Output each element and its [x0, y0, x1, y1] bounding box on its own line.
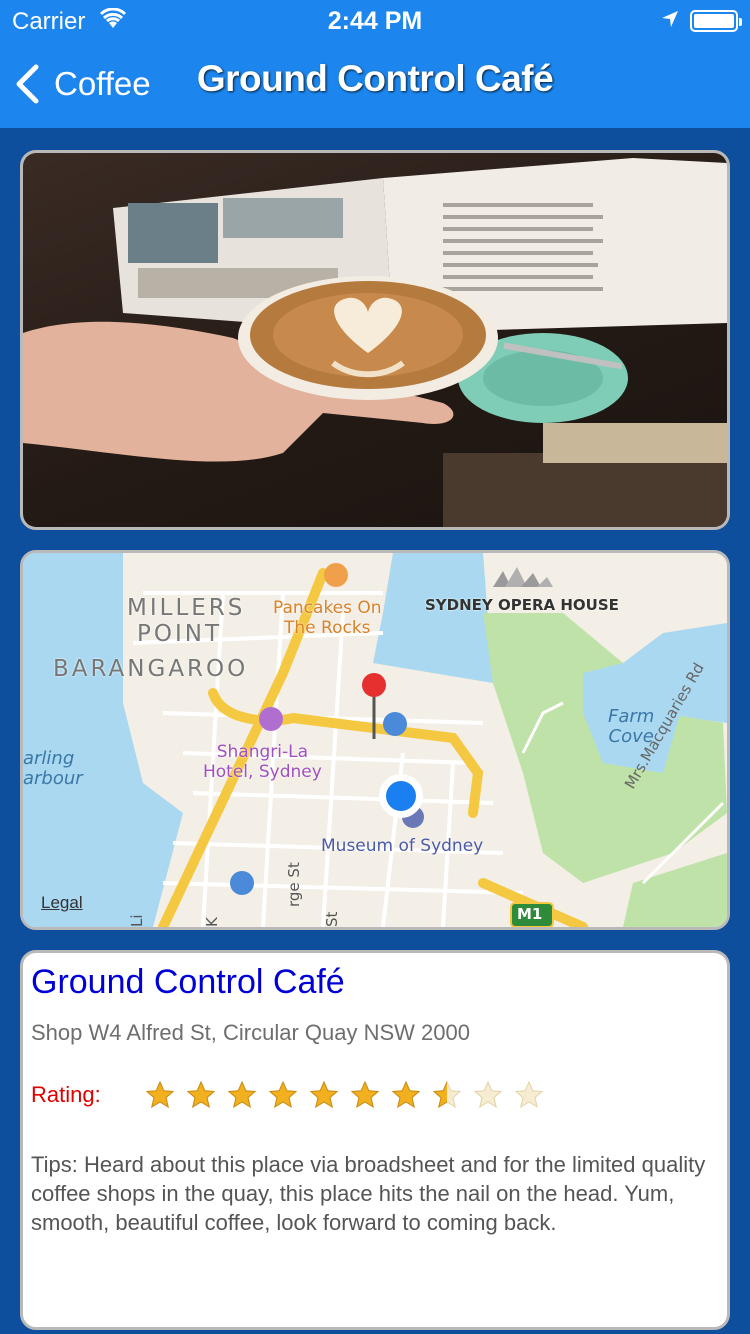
star-icon — [350, 1080, 380, 1109]
chevron-left-icon — [16, 64, 39, 104]
location-arrow-icon — [660, 8, 680, 36]
battery-icon — [690, 10, 742, 32]
star-icon — [145, 1080, 175, 1109]
map-label-m1: M1 — [517, 905, 543, 923]
star-icon — [514, 1080, 544, 1109]
map-label-li: Li — [128, 914, 146, 927]
cafe-tips: Tips: Heard about this place via broadsh… — [31, 1152, 706, 1235]
status-time: 2:44 PM — [327, 7, 423, 35]
location-map[interactable]: MILLERS POINT BARANGAROO Pancakes On The… — [20, 550, 730, 930]
map-label-st: St — [323, 911, 341, 927]
page-title: Ground Control Café — [196, 58, 554, 99]
cafe-address: Shop W4 Alfred St, Circular Quay NSW 200… — [31, 1020, 470, 1045]
rating-label: Rating: — [31, 1082, 101, 1107]
map-label-opera-house[interactable]: SYDNEY OPERA HOUSE — [425, 596, 619, 614]
photo-image — [23, 153, 727, 527]
map-label-pancakes[interactable]: Pancakes On The Rocks — [273, 598, 382, 638]
map-label-george-st: rge St — [285, 862, 303, 907]
back-button-label: Coffee — [54, 65, 151, 102]
map-label-barangaroo: BARANGAROO — [53, 656, 249, 682]
map-label-darling-harbour: arling arbour — [23, 748, 83, 789]
map-legal-link[interactable]: Legal — [41, 893, 83, 913]
map-label-shangri-la[interactable]: Shangri-La Hotel, Sydney — [203, 742, 322, 782]
star-icon — [186, 1080, 216, 1109]
star-rating — [145, 1080, 555, 1110]
back-button[interactable]: Coffee — [14, 56, 151, 112]
star-icon — [391, 1080, 421, 1109]
star-icon — [473, 1080, 503, 1109]
map-label-millers: MILLERS — [127, 595, 246, 621]
cafe-details: Ground Control Café Shop W4 Alfred St, C… — [20, 950, 730, 1330]
top-bar: Carrier 2:44 PM Coffee Ground Control Ca… — [0, 0, 750, 128]
cafe-name: Ground Control Café — [31, 963, 345, 1001]
star-icon — [268, 1080, 298, 1109]
rating-row: Rating: — [31, 1080, 719, 1110]
cafe-photo — [20, 150, 730, 530]
star-icon — [227, 1080, 257, 1109]
map-label-k: K — [203, 917, 221, 927]
map-label-museum[interactable]: Museum of Sydney — [321, 836, 483, 856]
map-label-point: POINT — [137, 621, 223, 647]
star-icon — [309, 1080, 339, 1109]
status-bar: Carrier 2:44 PM — [0, 0, 750, 40]
star-icon — [432, 1080, 462, 1109]
map-view[interactable]: MILLERS POINT BARANGAROO Pancakes On The… — [23, 553, 727, 927]
